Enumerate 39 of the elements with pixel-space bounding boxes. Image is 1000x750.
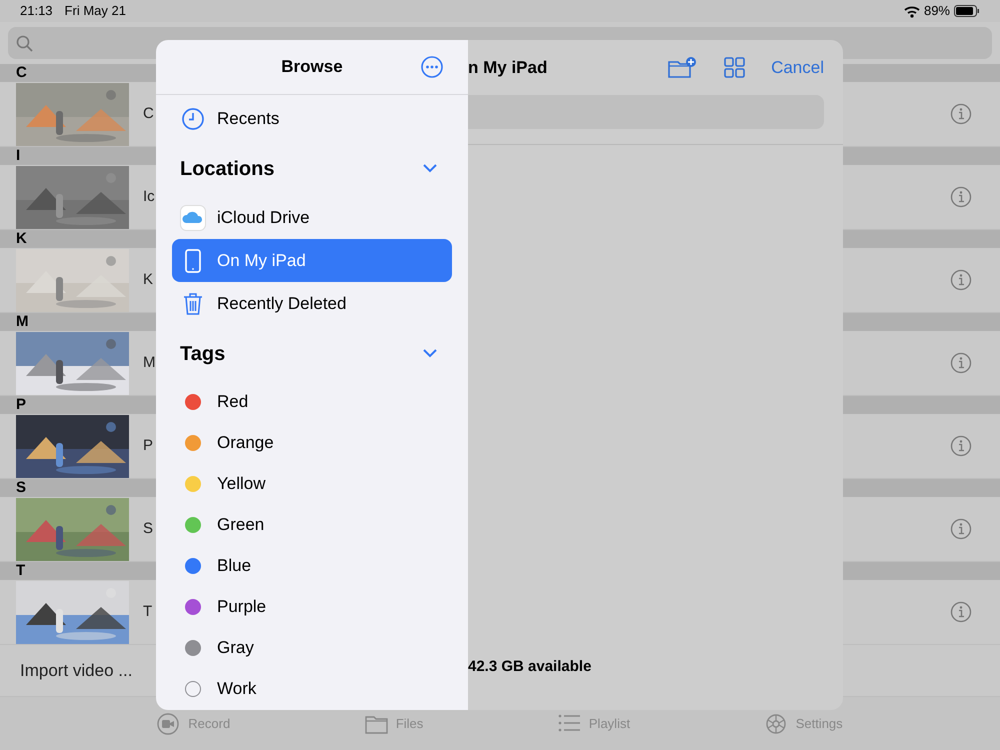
sidebar-item[interactable]: On My iPad (172, 239, 452, 282)
status-time: 21:13 (20, 2, 53, 20)
info-icon (950, 352, 972, 374)
new-folder-icon[interactable] (668, 56, 696, 78)
import-video-button[interactable]: Import video ... (20, 658, 132, 684)
info-icon (950, 186, 972, 208)
video-title[interactable]: Ic (143, 186, 155, 208)
more-icon[interactable] (421, 56, 443, 78)
tag-item[interactable]: Orange (172, 422, 452, 463)
video-title[interactable]: C (143, 102, 154, 126)
search-icon (16, 34, 33, 52)
video-title[interactable]: S (143, 518, 154, 540)
sidebar-item[interactable]: Recents (172, 97, 452, 140)
tag-item[interactable]: Green (172, 504, 452, 545)
clock-icon (180, 106, 206, 132)
settings-icon (764, 712, 788, 734)
video-title[interactable]: M (143, 352, 156, 374)
storage-available: 42.3 GB available (468, 657, 592, 677)
video-title[interactable]: K (143, 268, 154, 292)
status-date: Fri May 21 (64, 2, 126, 20)
battery-icon (954, 5, 980, 17)
video-title[interactable]: P (143, 434, 154, 458)
grid-icon[interactable] (724, 57, 746, 78)
tag-item[interactable]: Purple (172, 586, 452, 627)
info-icon (950, 518, 972, 540)
info-icon (950, 269, 972, 291)
video-title[interactable]: T (143, 600, 152, 624)
record-icon (157, 712, 180, 734)
cloud-icon (180, 204, 206, 230)
wifi-icon (904, 4, 920, 18)
tag-item[interactable]: Gray (172, 627, 452, 668)
info-icon (950, 435, 972, 457)
info-icon (950, 601, 972, 623)
battery-percent: 89% (924, 2, 950, 20)
info-icon (950, 103, 972, 125)
tag-item[interactable]: Work (172, 668, 452, 709)
playlist-icon (558, 712, 581, 734)
search-field[interactable] (468, 95, 824, 129)
section-heading: Tags (180, 342, 226, 367)
